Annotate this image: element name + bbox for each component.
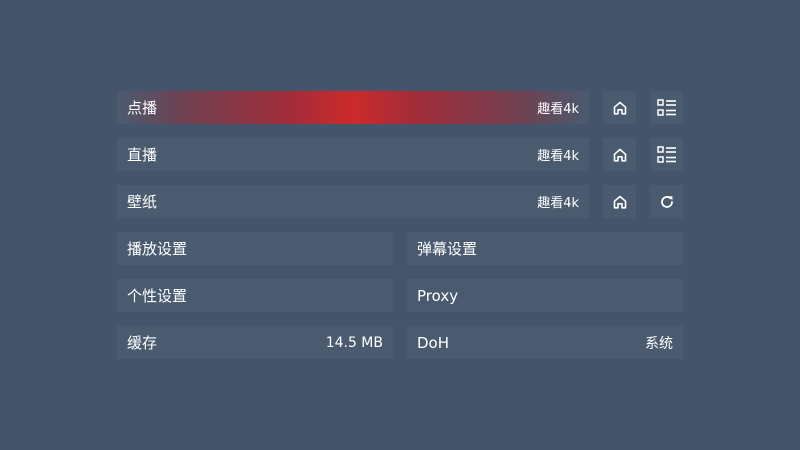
proxy-button[interactable]: Proxy: [407, 279, 683, 312]
doh-button[interactable]: DoH 系统: [407, 326, 683, 359]
personalization-label: 个性设置: [127, 287, 188, 305]
wallpaper-refresh-button[interactable]: [650, 185, 683, 218]
vod-home-button[interactable]: [603, 91, 636, 124]
wallpaper-site-value: 趣看4k: [537, 196, 579, 211]
live-list-button[interactable]: [650, 138, 683, 171]
vod-label: 点播: [127, 99, 158, 117]
vod-site-value: 趣看4k: [537, 102, 579, 117]
grid-list-icon: [656, 98, 676, 116]
cache-label: 缓存: [127, 334, 158, 352]
vod-source-selector[interactable]: 点播 趣看4k: [117, 91, 589, 124]
personalization-button[interactable]: 个性设置: [117, 279, 393, 312]
live-site-value: 趣看4k: [537, 149, 579, 164]
settings-row-2: 个性设置 Proxy: [117, 279, 683, 312]
wallpaper-source-selector[interactable]: 壁纸 趣看4k: [117, 185, 589, 218]
doh-label: DoH: [417, 333, 450, 352]
vod-row: 点播 趣看4k: [117, 91, 683, 124]
live-row: 直播 趣看4k: [117, 138, 683, 171]
grid-list-icon: [656, 145, 676, 163]
home-icon: [613, 148, 626, 162]
wallpaper-row: 壁纸 趣看4k: [117, 185, 683, 218]
wallpaper-label: 壁纸: [127, 193, 158, 211]
home-icon: [613, 101, 626, 115]
home-icon: [613, 195, 626, 209]
vod-list-button[interactable]: [650, 91, 683, 124]
settings-panel: 点播 趣看4k 直播 趣看4k 壁纸 趣看4k 播放设置 弹幕设置 个性设置 P…: [117, 91, 683, 373]
danmaku-settings-label: 弹幕设置: [417, 240, 478, 258]
settings-row-3: 缓存 14.5 MB DoH 系统: [117, 326, 683, 359]
cache-size-value: 14.5 MB: [325, 334, 383, 351]
live-source-selector[interactable]: 直播 趣看4k: [117, 138, 589, 171]
danmaku-settings-button[interactable]: 弹幕设置: [407, 232, 683, 265]
live-label: 直播: [127, 146, 158, 164]
playback-settings-label: 播放设置: [127, 240, 188, 258]
cache-button[interactable]: 缓存 14.5 MB: [117, 326, 393, 359]
playback-settings-button[interactable]: 播放设置: [117, 232, 393, 265]
wallpaper-home-button[interactable]: [603, 185, 636, 218]
doh-value: 系统: [645, 335, 673, 352]
settings-row-1: 播放设置 弹幕设置: [117, 232, 683, 265]
refresh-icon: [660, 195, 673, 208]
live-home-button[interactable]: [603, 138, 636, 171]
proxy-label: Proxy: [417, 286, 459, 305]
